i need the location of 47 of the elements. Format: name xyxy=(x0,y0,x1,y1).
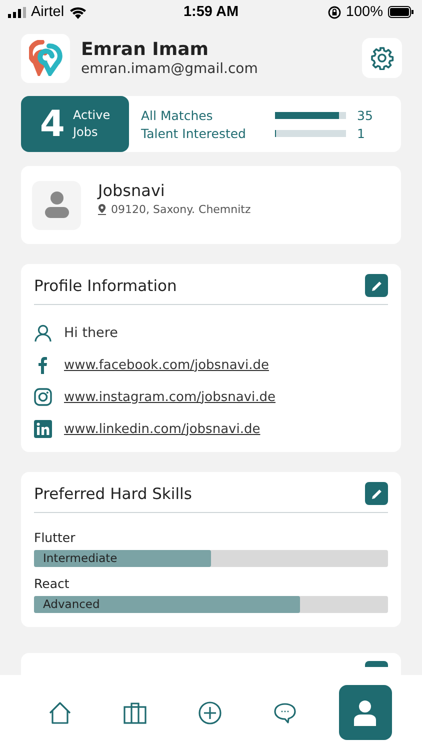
chat-bubble-icon xyxy=(272,700,296,724)
section-title: Preferred Hard Skills xyxy=(34,484,192,502)
briefcase-icon xyxy=(122,700,146,724)
skill-level-label: Intermediate xyxy=(43,551,118,565)
rotation-lock-icon xyxy=(328,6,341,18)
instagram-icon xyxy=(34,388,52,406)
active-jobs-count: 4 xyxy=(40,104,65,144)
app-logo xyxy=(21,34,70,82)
user-email: emran.imam@gmail.com xyxy=(81,61,259,77)
metric-value: 35 xyxy=(357,108,373,122)
home-icon xyxy=(48,700,72,724)
social-link[interactable]: www.facebook.com/jobsnavi.de xyxy=(64,358,269,372)
edit-button[interactable] xyxy=(365,274,388,297)
bio-text: Hi there xyxy=(64,325,118,341)
skill-level-label: Advanced xyxy=(43,597,100,611)
jobs-label: Jobs xyxy=(72,124,99,141)
battery-percent: 100% xyxy=(346,4,383,20)
social-link[interactable]: www.linkedin.com/jobsnavi.de xyxy=(64,422,260,436)
skill-name: Flutter xyxy=(34,530,76,545)
pencil-icon xyxy=(370,488,382,500)
active-label: Active xyxy=(72,107,110,124)
add-icon xyxy=(198,700,222,724)
linkedin-icon xyxy=(34,420,52,438)
company-location: 09120, Saxony. Chemnitz xyxy=(111,202,251,216)
gear-icon xyxy=(370,46,394,70)
person-icon xyxy=(353,700,377,726)
status-time: 1:59 AM xyxy=(183,4,239,20)
pencil-icon xyxy=(370,280,382,292)
battery-icon xyxy=(388,6,414,18)
section-title: Profile Information xyxy=(34,276,177,294)
location-pin-icon xyxy=(98,204,106,214)
company-avatar xyxy=(32,180,81,230)
settings-button[interactable] xyxy=(362,38,402,78)
signal-icon xyxy=(8,6,26,18)
wifi-icon xyxy=(69,6,88,18)
nav-tab[interactable] xyxy=(338,685,392,740)
company-name: Jobsnavi xyxy=(98,180,166,200)
carrier-name: Airtel xyxy=(31,4,64,20)
social-link[interactable]: www.instagram.com/jobsnavi.de xyxy=(64,390,276,404)
metric-label: All Matches xyxy=(141,108,214,122)
person-icon xyxy=(34,324,52,342)
skill-name: React xyxy=(34,576,70,591)
edit-button[interactable] xyxy=(365,482,388,505)
metric-value: 1 xyxy=(357,126,365,140)
metric-label: Talent Interested xyxy=(141,126,247,140)
edit-button[interactable] xyxy=(365,661,388,667)
user-name: Emran Imam xyxy=(81,39,210,60)
